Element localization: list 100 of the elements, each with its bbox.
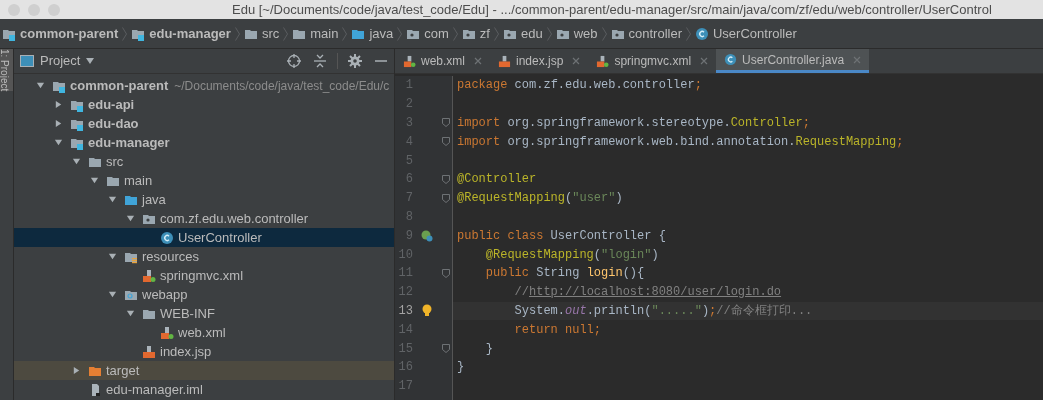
tree-item[interactable]: UserController [14, 228, 394, 247]
breadcrumb-item[interactable]: src [243, 23, 280, 44]
expanded-arrow-icon[interactable] [108, 195, 117, 204]
class-icon [695, 26, 709, 41]
tree-item-label: edu-dao [88, 114, 139, 133]
tree-item[interactable]: web.xml [14, 323, 394, 342]
locate-icon[interactable] [287, 54, 301, 68]
settings-icon[interactable] [348, 54, 362, 68]
collapse-all-icon[interactable] [313, 54, 327, 68]
breadcrumb-item[interactable]: controller [610, 23, 682, 44]
expanded-arrow-icon[interactable] [72, 157, 81, 166]
collapsed-arrow-icon[interactable] [54, 119, 63, 128]
tree-item-label: edu-manager [88, 133, 170, 152]
line-number: 13 [397, 302, 413, 320]
tree-item[interactable]: springmvc.xml [14, 266, 394, 285]
fold-marker-icon[interactable] [442, 193, 450, 203]
chevron-icon [601, 26, 607, 41]
code-line: System.out.println(".....");//命令框打印... [513, 302, 813, 320]
breadcrumb-item[interactable]: web [555, 23, 598, 44]
dropdown-caret-icon[interactable] [86, 58, 95, 64]
chevron-icon [686, 26, 691, 41]
tree-item-label: com.zf.edu.web.controller [160, 209, 309, 228]
collapsed-arrow-icon[interactable] [54, 100, 63, 109]
tree-item[interactable]: WEB-INF [14, 304, 394, 323]
tree-item-label: index.jsp [160, 342, 212, 361]
expanded-arrow-icon[interactable] [108, 252, 117, 261]
spring-bean-icon[interactable] [421, 229, 433, 242]
tree-item-label: WEB-INF [160, 304, 215, 323]
code-line: public class UserController { [457, 227, 666, 245]
chevron-icon [283, 26, 289, 41]
code-line: @RequestMapping("login") [484, 246, 659, 264]
tree-item-label: java [142, 190, 166, 209]
tree-item[interactable]: main [14, 171, 394, 190]
breadcrumb-item[interactable]: UserController [695, 23, 797, 44]
fold-marker-icon[interactable] [442, 268, 450, 278]
breadcrumb-item[interactable]: com [406, 23, 449, 44]
tree-item-label: main [124, 171, 153, 190]
breadcrumb-item[interactable]: edu-manager [131, 23, 231, 44]
tree-item[interactable]: webapp [14, 285, 394, 304]
editor-tab[interactable]: UserController.java [716, 49, 870, 73]
tree-item-label: edu-manager.iml [106, 380, 203, 399]
expanded-arrow-icon[interactable] [54, 138, 63, 147]
breadcrumb-item[interactable]: zf [461, 23, 490, 44]
tree-item[interactable]: com.zf.edu.web.controller [14, 209, 394, 228]
editor-tab[interactable]: index.jsp [490, 49, 589, 73]
fold-marker-icon[interactable] [442, 118, 450, 128]
code-line: } [457, 359, 465, 377]
tree-item-label: web.xml [178, 323, 226, 342]
code-line: @Controller [457, 171, 537, 189]
tree-item[interactable]: edu-dao [14, 114, 394, 133]
breadcrumb-item[interactable]: main [292, 23, 339, 44]
tree-item[interactable]: java [14, 190, 394, 209]
breadcrumb-item[interactable]: edu [502, 23, 543, 44]
editor-tab[interactable]: springmvc.xml [588, 49, 717, 73]
breadcrumb-item[interactable]: java [351, 23, 394, 44]
tree-item[interactable]: index.jsp [14, 342, 394, 361]
panel-title[interactable]: Project [40, 51, 81, 71]
chevron-icon [452, 26, 458, 41]
code-line: //http://localhost:8080/user/login.do [513, 284, 782, 302]
xml-file-icon [596, 54, 610, 68]
tree-item[interactable]: resources [14, 247, 394, 266]
expanded-arrow-icon[interactable] [126, 214, 135, 223]
fold-marker-icon[interactable] [442, 174, 450, 184]
tree-item[interactable]: edu-api [14, 95, 394, 114]
breadcrumb-item[interactable]: common-parent [2, 23, 119, 44]
editor-tab[interactable]: web.xml [395, 49, 490, 73]
collapsed-arrow-icon[interactable] [72, 366, 81, 375]
expanded-arrow-icon[interactable] [90, 176, 99, 185]
tree-item[interactable]: edu-manager [14, 133, 394, 152]
code-line: import org.springframework.web.bind.annotation.RequestMapping; [457, 133, 904, 151]
chevron-icon [546, 26, 552, 41]
chevron-icon [122, 26, 128, 41]
fold-marker-icon[interactable] [442, 344, 450, 354]
chevron-icon [493, 26, 499, 41]
xml-file-icon [403, 54, 416, 68]
lightbulb-icon[interactable] [422, 304, 432, 318]
chevron-icon [342, 26, 348, 41]
xml-file-icon [160, 325, 174, 340]
jsp-file-icon [498, 54, 511, 68]
chevron-icon [397, 26, 403, 41]
window-title: Edu [~/Documents/code/java/test_code/Edu] - .../common-parent/edu-manager/src/main/java/com/zf/edu/web/controller/UserControl [232, 0, 992, 19]
tree-item[interactable]: common-parent ~/Documents/code/java/test_code/Edu/c [14, 76, 394, 95]
expanded-arrow-icon[interactable] [36, 81, 45, 90]
tree-item[interactable]: src [14, 152, 394, 171]
class-icon [724, 53, 738, 66]
expanded-arrow-icon[interactable] [126, 309, 135, 318]
expanded-arrow-icon[interactable] [108, 290, 117, 299]
tree-item-label: edu-api [88, 95, 135, 114]
tree-item[interactable]: edu-manager.iml [14, 380, 394, 399]
chevron-icon [234, 26, 240, 41]
tree-item-label: springmvc.xml [160, 266, 244, 285]
code-line: @RequestMapping("user") [457, 190, 623, 208]
tree-item-label: webapp [142, 285, 188, 304]
tree-item-label: target [106, 361, 140, 380]
class-icon [160, 230, 174, 245]
jsp-file-icon [142, 344, 156, 359]
xml-file-icon [142, 268, 156, 283]
tree-item[interactable]: target [14, 361, 394, 380]
fold-marker-icon[interactable] [442, 137, 450, 147]
tree-item-label: UserController [178, 228, 262, 247]
